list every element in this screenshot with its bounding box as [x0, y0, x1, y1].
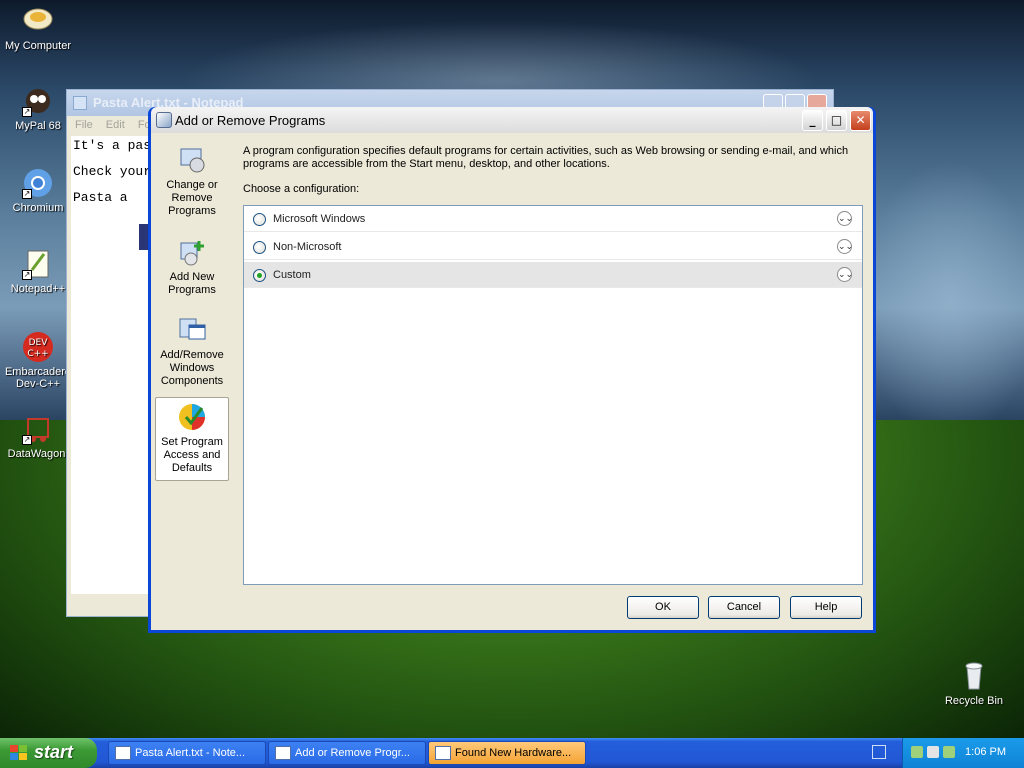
- desktop-icon-chromium[interactable]: ↗ Chromium: [0, 167, 76, 214]
- change-remove-icon: [177, 145, 207, 175]
- option-label: Non-Microsoft: [273, 241, 342, 253]
- task-label: Pasta Alert.txt - Note...: [135, 747, 246, 759]
- intro-text: A program configuration specifies defaul…: [243, 145, 849, 170]
- desktop-icon-label: Notepad++: [10, 283, 66, 295]
- network-icon[interactable]: [911, 746, 923, 758]
- task-label: Found New Hardware...: [455, 747, 572, 759]
- sidebar: Change or Remove Programs Add New Progra…: [151, 133, 234, 630]
- sidebar-item-program-access[interactable]: Set Program Access and Defaults: [155, 397, 229, 481]
- dialog-body: Change or Remove Programs Add New Progra…: [151, 133, 873, 630]
- add-remove-programs-icon: [275, 746, 291, 760]
- sidebar-item-label: Change or Remove Programs: [166, 179, 218, 217]
- sidebar-item-add-new[interactable]: Add New Programs: [155, 233, 229, 297]
- sidebar-item-change-remove[interactable]: Change or Remove Programs: [155, 141, 229, 218]
- menu-file[interactable]: File: [75, 119, 93, 131]
- close-button[interactable]: ✕: [850, 110, 871, 131]
- desktop-icon-label: DataWagon.: [7, 448, 69, 460]
- radio-button[interactable]: [253, 213, 266, 226]
- start-button[interactable]: start: [0, 738, 97, 768]
- task-label: Add or Remove Progr...: [295, 747, 410, 759]
- expand-chevron-icon[interactable]: ⌄⌄: [837, 267, 853, 282]
- menu-edit[interactable]: Edit: [106, 119, 125, 131]
- desktop-icon-devcpp[interactable]: DEV C++ Embarcadero Dev-C++: [0, 331, 76, 390]
- shortcut-arrow-icon: ↗: [22, 107, 32, 117]
- recycle-bin-icon: [958, 660, 990, 692]
- taskbar-item-found-new-hardware[interactable]: Found New Hardware...: [428, 741, 586, 765]
- devcpp-icon: DEV C++: [22, 331, 54, 363]
- desktop-icon-mypal[interactable]: ↗ MyPal 68: [0, 85, 76, 132]
- config-option-microsoft-windows[interactable]: Microsoft Windows ⌄⌄: [244, 206, 862, 232]
- minimize-button[interactable]: _: [802, 110, 823, 131]
- radio-button-selected[interactable]: [253, 269, 266, 282]
- sidebar-item-label: Add New Programs: [168, 271, 216, 296]
- add-remove-programs-window[interactable]: Add or Remove Programs _ □ ✕ Change or R…: [148, 107, 876, 633]
- svg-text:DEV: DEV: [29, 338, 49, 348]
- dialog-title: Add or Remove Programs: [175, 113, 326, 128]
- system-tray: 1:06 PM: [902, 738, 1024, 768]
- choose-config-label: Choose a configuration:: [243, 183, 360, 195]
- config-option-non-microsoft[interactable]: Non-Microsoft ⌄⌄: [244, 234, 862, 260]
- notepadpp-icon: ↗: [22, 248, 54, 280]
- expand-chevron-icon[interactable]: ⌄⌄: [837, 239, 853, 254]
- cancel-button[interactable]: Cancel: [708, 596, 780, 619]
- desktop-icon-recycle-bin[interactable]: Recycle Bin: [936, 660, 1012, 707]
- desktop-icon-datawagon[interactable]: ↗ DataWagon.: [0, 413, 76, 460]
- option-label: Custom: [273, 269, 311, 281]
- taskbar-item-notepad[interactable]: Pasta Alert.txt - Note...: [108, 741, 266, 765]
- start-label: start: [34, 742, 74, 762]
- svg-text:C++: C++: [27, 349, 48, 359]
- chromium-icon: ↗: [22, 167, 54, 199]
- mypal-icon: ↗: [22, 85, 54, 117]
- desktop-icon-label: Embarcadero Dev-C++: [4, 366, 72, 390]
- config-option-custom[interactable]: Custom ⌄⌄: [244, 262, 862, 288]
- shortcut-arrow-icon: ↗: [22, 435, 32, 445]
- help-button[interactable]: Help: [790, 596, 862, 619]
- desktop-icon-notepadpp[interactable]: ↗ Notepad++: [0, 248, 76, 295]
- taskbar-item-add-remove-programs[interactable]: Add or Remove Progr...: [268, 741, 426, 765]
- datawagon-icon: ↗: [22, 413, 54, 445]
- notepad-icon: [115, 746, 131, 760]
- expand-chevron-icon[interactable]: ⌄⌄: [837, 211, 853, 226]
- desktop-icon-my-computer[interactable]: My Computer: [0, 5, 76, 52]
- configuration-list: Microsoft Windows ⌄⌄ Non-Microsoft ⌄⌄ Cu…: [243, 205, 863, 585]
- desktop-icon-label: MyPal 68: [15, 120, 61, 132]
- windows-flag-icon: [10, 745, 27, 760]
- program-config-panel: A program configuration specifies defaul…: [234, 133, 873, 630]
- clock[interactable]: 1:06 PM: [965, 746, 1006, 758]
- maximize-button[interactable]: □: [826, 110, 847, 131]
- notepad-app-icon: [73, 96, 87, 110]
- desktop-icon-label: Chromium: [12, 202, 64, 214]
- desktop-icon-label: My Computer: [4, 40, 72, 52]
- ok-button[interactable]: OK: [627, 596, 699, 619]
- program-access-icon: [177, 402, 207, 432]
- add-new-programs-icon: [177, 237, 207, 267]
- computer-icon: [22, 5, 54, 37]
- radio-button[interactable]: [253, 241, 266, 254]
- hardware-icon[interactable]: [943, 746, 955, 758]
- taskbar: start Pasta Alert.txt - Note... Add or R…: [0, 738, 1024, 768]
- found-new-hardware-icon: [435, 746, 451, 760]
- sidebar-item-label: Set Program Access and Defaults: [161, 436, 223, 474]
- security-icon[interactable]: [927, 746, 939, 758]
- option-label: Microsoft Windows: [273, 213, 366, 225]
- keyboard-icon[interactable]: [872, 745, 886, 759]
- sidebar-item-windows-components[interactable]: Add/Remove Windows Components: [155, 311, 229, 388]
- shortcut-arrow-icon: ↗: [22, 189, 32, 199]
- sidebar-item-label: Add/Remove Windows Components: [160, 349, 224, 387]
- shortcut-arrow-icon: ↗: [22, 270, 32, 280]
- dialog-titlebar[interactable]: Add or Remove Programs _ □ ✕: [151, 107, 873, 133]
- add-remove-programs-icon: [156, 112, 172, 128]
- windows-components-icon: [177, 315, 207, 345]
- desktop-icon-label: Recycle Bin: [944, 695, 1004, 707]
